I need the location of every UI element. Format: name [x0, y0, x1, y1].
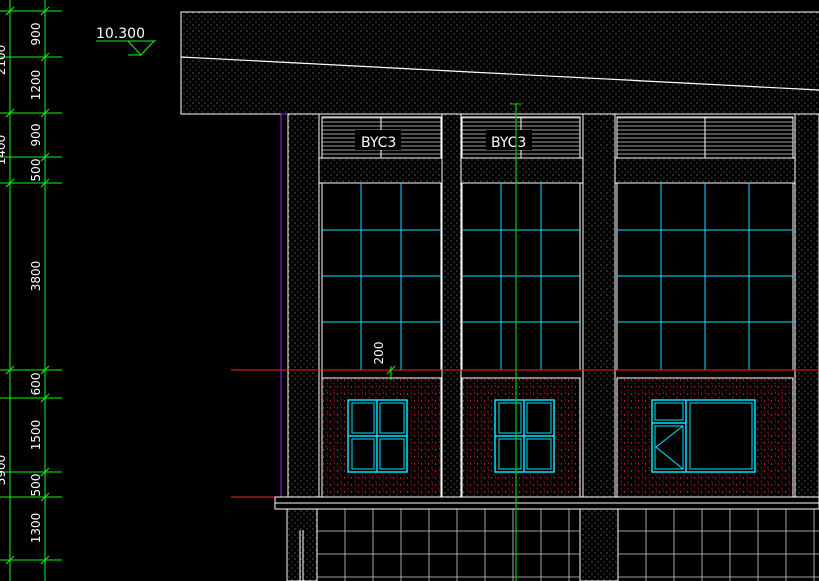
upper-spandrel [318, 157, 796, 184]
dim-1200: 1200 [29, 70, 43, 101]
window-tag-byc3-1: BYC3 [361, 135, 396, 151]
dim-overall-1400: 1400 [0, 135, 8, 166]
ground-floor [274, 496, 819, 581]
cad-elevation-drawing: 900 1200 900 500 3800 600 1500 500 1300 … [0, 0, 819, 581]
dim-overall-5900: 5900 [0, 455, 8, 486]
dim-1500: 1500 [29, 420, 43, 451]
elevation-marker: 10.300 [96, 26, 156, 56]
left-dimension-texts: 900 1200 900 500 3800 600 1500 500 1300 … [0, 23, 43, 544]
dim-500-a: 500 [29, 159, 43, 182]
dim-200: 200 [372, 342, 386, 365]
dim-overall-2100: 2100 [0, 45, 8, 76]
dim-500-b: 500 [29, 474, 43, 497]
dim-3800: 3800 [29, 261, 43, 292]
dim-900-b: 900 [29, 124, 43, 147]
elevation-text: 10.300 [96, 26, 145, 42]
dim-1300: 1300 [29, 513, 43, 544]
dim-600: 600 [29, 373, 43, 396]
window-tag-byc3-2: BYC3 [491, 135, 526, 151]
left-end-wall [280, 113, 320, 498]
louver-windows: BYC3 BYC3 [321, 116, 794, 159]
dim-900-a: 900 [29, 23, 43, 46]
roof-parapet [180, 11, 819, 115]
